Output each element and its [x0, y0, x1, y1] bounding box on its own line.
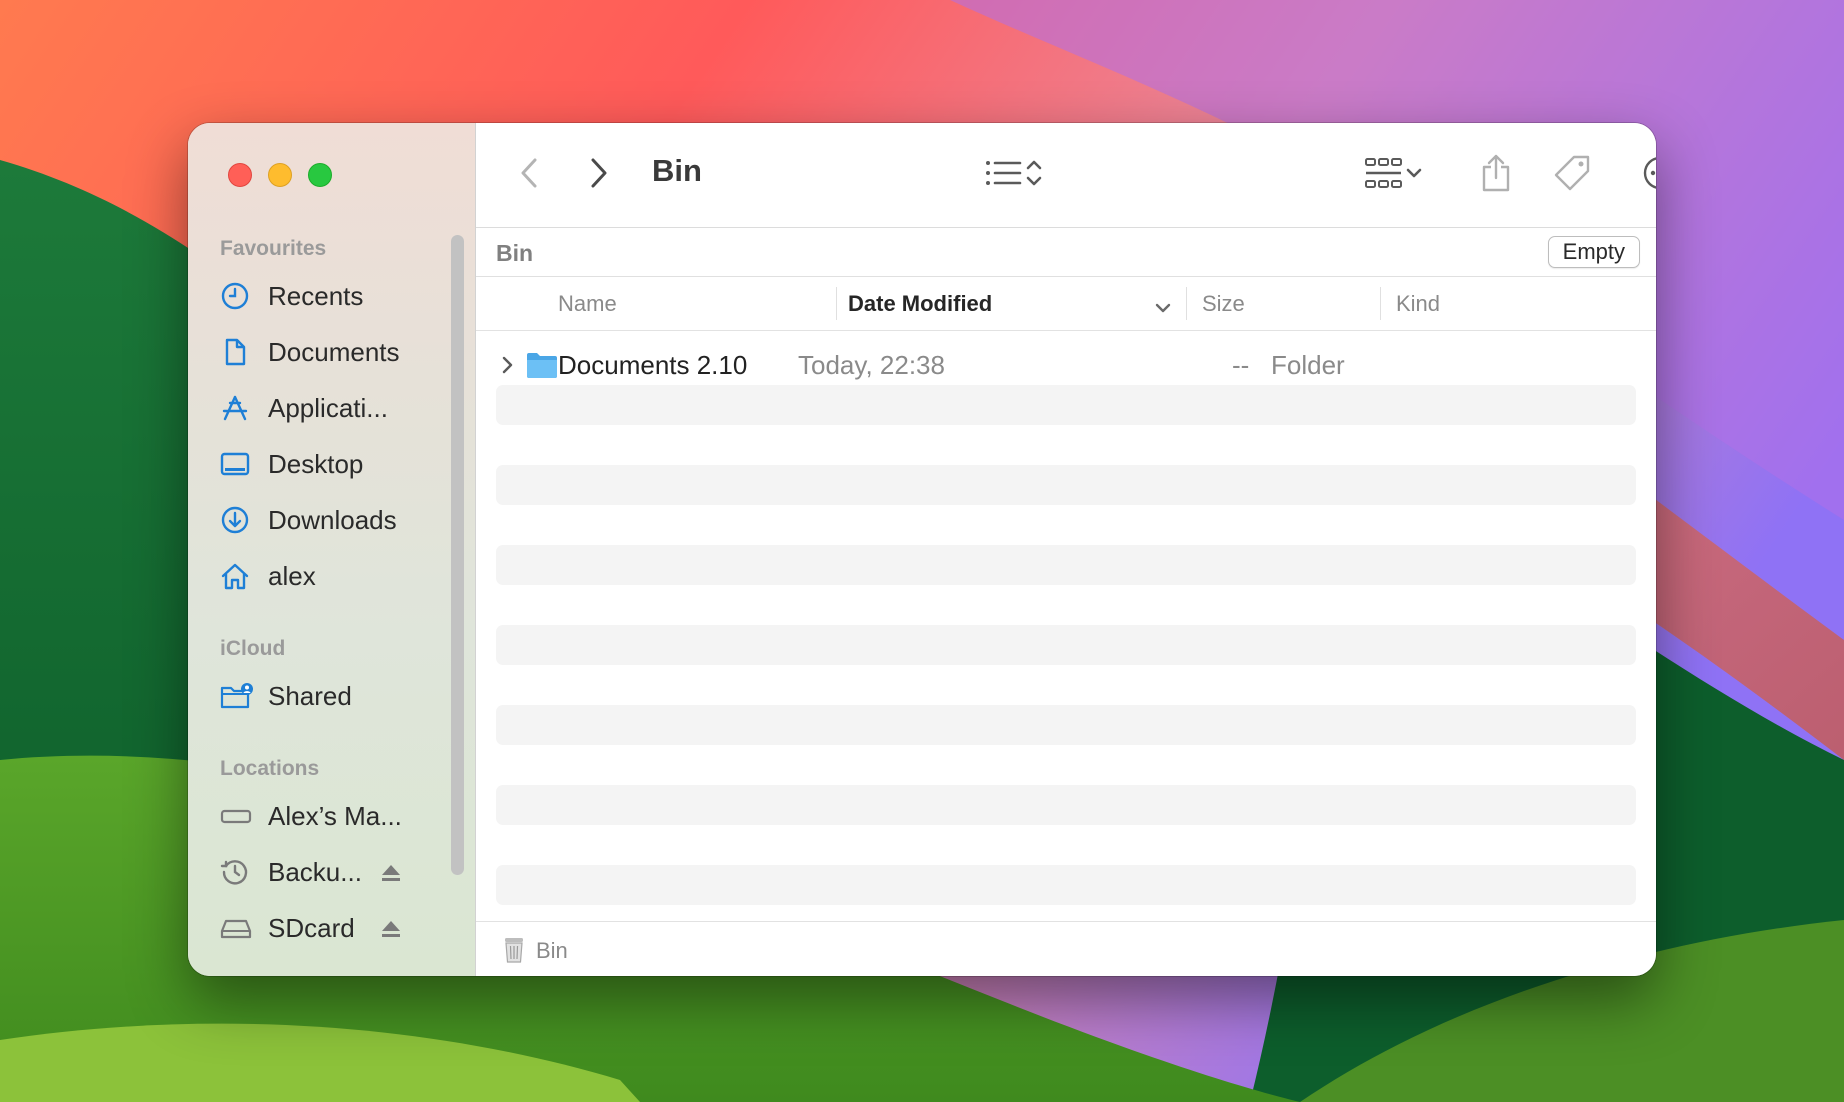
sidebar-section-locations: Locations — [220, 757, 320, 780]
sidebar-item-label: Recents — [268, 280, 364, 311]
sidebar-item-label: Desktop — [268, 448, 364, 479]
chevron-right-icon — [589, 157, 609, 194]
column-header-label: Date Modified — [848, 290, 993, 316]
time-machine-icon — [220, 857, 254, 887]
more-actions-button[interactable] — [1630, 153, 1656, 197]
file-size: -- — [1232, 349, 1250, 380]
empty-row — [496, 545, 1636, 585]
ellipsis-circle-icon — [1642, 155, 1656, 196]
path-bar-label[interactable]: Bin — [536, 938, 568, 964]
sidebar-section-favourites: Favourites — [220, 237, 327, 260]
sidebar-item-home[interactable]: alex — [220, 555, 450, 597]
toolbar: Bin — [476, 123, 1656, 228]
tag-button[interactable] — [1550, 153, 1594, 197]
sidebar-item-label: Applicati... — [268, 392, 388, 423]
trash-icon — [502, 936, 526, 969]
file-date-modified: Today, 22:38 — [798, 349, 945, 380]
empty-row — [496, 465, 1636, 505]
sidebar-item-documents[interactable]: Documents — [220, 331, 450, 373]
sidebar-item-label: SDcard — [268, 912, 355, 943]
column-header-name[interactable]: Name — [558, 277, 617, 330]
minimize-window-button[interactable] — [268, 163, 292, 187]
column-header-row: Name Date Modified Size Kind — [476, 277, 1656, 331]
finder-window: Favourites Recents Documents Applicati..… — [188, 123, 1656, 976]
column-header-kind[interactable]: Kind — [1396, 277, 1440, 330]
sidebar-item-desktop[interactable]: Desktop — [220, 443, 450, 485]
empty-row — [496, 785, 1636, 825]
sidebar-item-applications[interactable]: Applicati... — [220, 387, 450, 429]
applications-icon — [220, 393, 254, 423]
list-view-icon — [984, 158, 1024, 193]
sidebar-item-label: Alex’s Ma... — [268, 800, 402, 831]
download-icon — [220, 505, 254, 535]
file-list: Documents 2.10 Today, 22:38 -- Folder — [476, 331, 1656, 921]
chevron-up-down-icon — [1024, 157, 1044, 194]
file-kind: Folder — [1271, 349, 1345, 380]
folder-icon — [526, 345, 558, 385]
computer-icon — [220, 801, 254, 831]
grid-group-icon — [1364, 155, 1404, 196]
column-header-date-modified[interactable]: Date Modified — [840, 277, 1180, 330]
disclosure-chevron-icon[interactable] — [500, 345, 516, 385]
chevron-down-icon — [1404, 166, 1424, 185]
empty-row — [496, 705, 1636, 745]
column-divider[interactable] — [1186, 287, 1187, 320]
empty-row — [496, 865, 1636, 905]
share-icon — [1480, 153, 1512, 198]
sidebar-item-shared[interactable]: Shared — [220, 675, 450, 717]
eject-icon[interactable] — [380, 863, 402, 888]
back-button[interactable] — [514, 157, 544, 193]
close-window-button[interactable] — [228, 163, 252, 187]
sidebar-item-label: Backu... — [268, 856, 362, 887]
window-title: Bin — [652, 153, 702, 188]
path-bar: Bin — [476, 921, 1656, 976]
sidebar-section-icloud: iCloud — [220, 637, 286, 660]
sidebar-item-sdcard[interactable]: SDcard — [220, 907, 450, 949]
document-icon — [220, 337, 254, 367]
column-divider[interactable] — [836, 287, 837, 320]
view-options-button[interactable] — [976, 155, 1052, 195]
shared-folder-icon — [220, 681, 254, 711]
empty-row — [496, 625, 1636, 665]
group-button[interactable] — [1354, 155, 1434, 195]
column-divider[interactable] — [1380, 287, 1381, 320]
home-icon — [220, 561, 254, 591]
column-header-size[interactable]: Size — [1202, 277, 1245, 330]
bin-header: Bin Empty — [476, 228, 1656, 277]
desktop-icon — [220, 449, 254, 479]
drive-icon — [220, 913, 254, 943]
sidebar-item-downloads[interactable]: Downloads — [220, 499, 450, 541]
sidebar: Favourites Recents Documents Applicati..… — [188, 123, 476, 976]
sidebar-item-label: Shared — [268, 680, 352, 711]
eject-icon[interactable] — [380, 919, 402, 944]
sidebar-item-label: Documents — [268, 336, 400, 367]
share-button[interactable] — [1478, 153, 1514, 197]
sidebar-scrollbar[interactable] — [451, 235, 464, 875]
sidebar-item-label: alex — [268, 560, 316, 591]
bin-title: Bin — [496, 240, 534, 266]
forward-button[interactable] — [584, 157, 614, 193]
file-name: Documents 2.10 — [558, 349, 748, 380]
chevron-left-icon — [519, 157, 539, 194]
sidebar-item-label: Downloads — [268, 504, 397, 535]
tag-icon — [1552, 153, 1592, 198]
sidebar-item-backup[interactable]: Backu... — [220, 851, 450, 893]
clock-icon — [220, 281, 254, 311]
table-row[interactable]: Documents 2.10 Today, 22:38 -- Folder — [496, 345, 1636, 385]
empty-bin-button[interactable]: Empty — [1547, 236, 1640, 268]
empty-row — [496, 385, 1636, 425]
chevron-down-icon — [1154, 295, 1172, 321]
sidebar-item-recents[interactable]: Recents — [220, 275, 450, 317]
maximize-window-button[interactable] — [308, 163, 332, 187]
sidebar-item-computer[interactable]: Alex’s Ma... — [220, 795, 450, 837]
